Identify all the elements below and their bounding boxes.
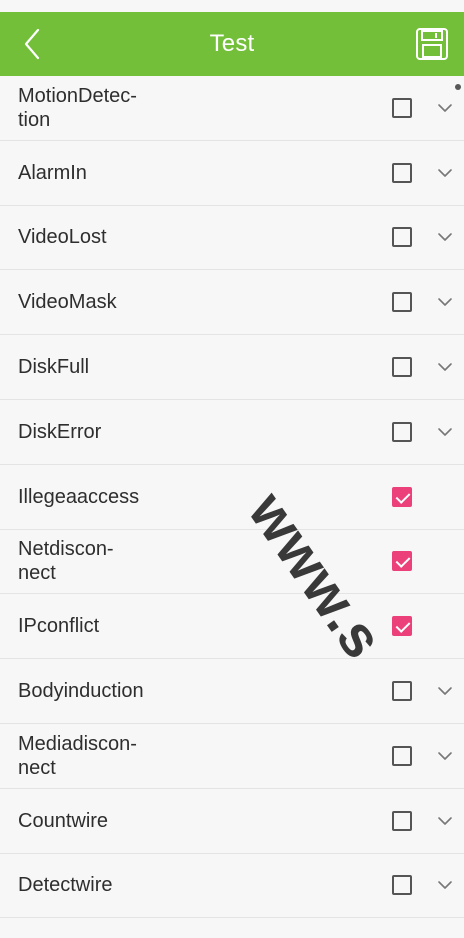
chevron-down-icon[interactable] bbox=[437, 748, 453, 764]
item-label: Illegeaaccess bbox=[18, 485, 140, 508]
list-item[interactable]: VideoMask bbox=[0, 270, 464, 336]
checkbox[interactable] bbox=[392, 162, 412, 183]
item-label: Netdiscon- nect bbox=[18, 538, 114, 585]
checkbox[interactable] bbox=[392, 227, 412, 248]
chevron-down-icon[interactable] bbox=[437, 294, 453, 310]
item-label: VideoMask bbox=[18, 291, 117, 314]
list-item[interactable]: MotionDetec- tion bbox=[0, 76, 464, 141]
watermark-dot bbox=[455, 84, 461, 90]
checkbox[interactable] bbox=[392, 681, 412, 702]
checkbox[interactable] bbox=[392, 745, 412, 766]
chevron-left-icon bbox=[24, 28, 40, 60]
item-label: VideoLost bbox=[18, 226, 107, 249]
list-item[interactable]: DiskFull bbox=[0, 335, 464, 400]
list-item[interactable]: Mediadiscon- nect bbox=[0, 723, 464, 789]
item-label: Mediadiscon- nect bbox=[18, 732, 137, 779]
phone-screen: Test MotionDetec- tion AlarmIn VideoLost Vi… bbox=[0, 0, 464, 938]
item-label: Bodyinduction bbox=[18, 680, 144, 703]
chevron-down-icon[interactable] bbox=[437, 424, 453, 440]
list-item[interactable]: IPconflict bbox=[0, 594, 464, 660]
alarm-type-list: MotionDetec- tion AlarmIn VideoLost VideoMa… bbox=[0, 76, 464, 919]
chevron-down-icon[interactable] bbox=[437, 100, 453, 116]
top-app-bar: Test bbox=[0, 12, 464, 76]
checkbox[interactable] bbox=[392, 810, 412, 831]
checkbox[interactable] bbox=[392, 551, 412, 572]
list-item[interactable]: AlarmIn bbox=[0, 140, 464, 206]
list-item[interactable]: Bodyinduction bbox=[0, 659, 464, 724]
item-label: Detectwire bbox=[18, 874, 113, 897]
chevron-down-icon[interactable] bbox=[437, 229, 453, 245]
list-item[interactable]: VideoLost bbox=[0, 205, 464, 271]
list-item[interactable]: Illegeaaccess bbox=[0, 464, 464, 530]
item-label: Countwire bbox=[18, 809, 109, 832]
item-label: DiskError bbox=[18, 420, 102, 443]
chevron-down-icon[interactable] bbox=[437, 359, 453, 375]
checkbox[interactable] bbox=[392, 97, 412, 118]
checkbox[interactable] bbox=[392, 292, 412, 313]
page-title: Test bbox=[209, 30, 255, 57]
item-label: AlarmIn bbox=[18, 161, 87, 184]
floppy-save-icon bbox=[416, 28, 448, 60]
save-button[interactable] bbox=[414, 26, 450, 62]
checkbox[interactable] bbox=[392, 357, 412, 378]
list-item[interactable]: DiskError bbox=[0, 399, 464, 465]
chevron-down-icon[interactable] bbox=[437, 165, 453, 181]
checkbox[interactable] bbox=[392, 616, 412, 637]
checkbox[interactable] bbox=[392, 486, 412, 507]
chevron-down-icon[interactable] bbox=[437, 877, 453, 893]
item-label: MotionDetec- tion bbox=[18, 84, 137, 131]
chevron-down-icon[interactable] bbox=[437, 683, 453, 699]
checkbox[interactable] bbox=[392, 421, 412, 442]
checkbox[interactable] bbox=[392, 875, 412, 896]
back-button[interactable] bbox=[18, 26, 46, 62]
chevron-down-icon[interactable] bbox=[437, 813, 453, 829]
list-item[interactable]: Countwire bbox=[0, 788, 464, 854]
item-label: DiskFull bbox=[18, 356, 90, 379]
item-label: IPconflict bbox=[18, 615, 100, 638]
list-item[interactable]: Netdiscon- nect bbox=[0, 529, 464, 595]
list-item[interactable]: Detectwire bbox=[0, 853, 464, 919]
